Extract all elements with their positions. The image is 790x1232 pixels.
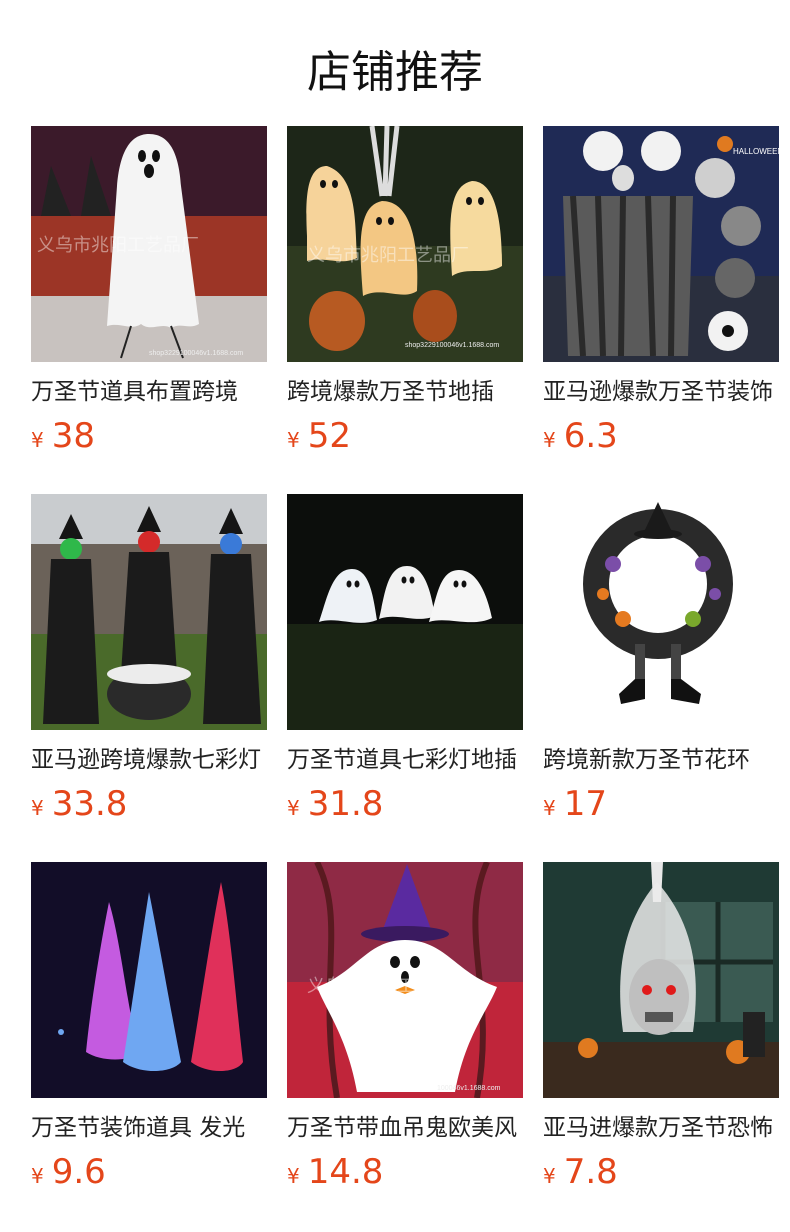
product-price: ¥33.8 — [31, 782, 267, 826]
product-title[interactable]: 跨境爆款万圣节地插 — [287, 376, 523, 408]
product-image[interactable] — [31, 862, 267, 1098]
section-header: 店铺推荐 — [0, 0, 790, 126]
currency-symbol: ¥ — [287, 796, 300, 820]
product-card[interactable]: 跨境新款万圣节花环 ¥17 — [543, 494, 779, 826]
product-price: ¥52 — [287, 414, 523, 458]
currency-symbol: ¥ — [543, 428, 556, 452]
price-value: 38 — [51, 416, 95, 456]
product-title[interactable]: 亚马逊爆款万圣节装饰 — [543, 376, 779, 408]
product-image[interactable]: 义乌市兆阳工艺品厂 100046v1.1688.com — [287, 862, 523, 1098]
section-title: 店铺推荐 — [307, 47, 483, 98]
witch-hat-ghost-image: 义乌市兆阳工艺品厂 100046v1.1688.com — [287, 862, 523, 1098]
product-price: ¥17 — [543, 782, 779, 826]
svg-text:shop3229100046v1.1688.com: shop3229100046v1.1688.com — [405, 342, 499, 349]
product-price: ¥9.6 — [31, 1150, 267, 1194]
product-title[interactable]: 万圣节道具布置跨境 — [31, 376, 267, 408]
product-image[interactable]: 义乌市兆阳工艺品厂 shop3229100046v1.1688.com — [287, 126, 523, 362]
product-price: ¥31.8 — [287, 782, 523, 826]
price-value: 6.3 — [563, 416, 618, 456]
product-title[interactable]: 万圣节道具七彩灯地插 — [287, 744, 523, 776]
price-value: 17 — [563, 784, 607, 824]
currency-symbol: ¥ — [287, 1164, 300, 1188]
currency-symbol: ¥ — [31, 1164, 44, 1188]
product-image[interactable] — [543, 862, 779, 1098]
product-title[interactable]: 亚马进爆款万圣节恐怖 — [543, 1112, 779, 1144]
svg-text:义乌市兆阳工艺品厂: 义乌市兆阳工艺品厂 — [307, 245, 469, 265]
witch-wreath-image — [543, 494, 779, 730]
currency-symbol: ¥ — [31, 796, 44, 820]
product-title[interactable]: 亚马逊跨境爆款七彩灯 — [31, 744, 267, 776]
price-value: 9.6 — [51, 1152, 106, 1192]
glowing-ghosts-image: 义乌市兆阳工艺品厂 shop3229100046v1.1688.com — [287, 126, 523, 362]
ghost-stand-image: 义乌市兆阳工艺品厂 shop3229100046v1.1688.com — [31, 126, 267, 362]
hanging-skull-ghost-image — [543, 862, 779, 1098]
currency-symbol: ¥ — [543, 1164, 556, 1188]
product-card[interactable]: 万圣节装饰道具 发光 ¥9.6 — [31, 862, 267, 1194]
product-title[interactable]: 跨境新款万圣节花环 — [543, 744, 779, 776]
currency-symbol: ¥ — [287, 428, 300, 452]
product-card[interactable]: HALLOWEEN 亚马逊爆款万圣节装饰 ¥6.3 — [543, 126, 779, 458]
product-card[interactable]: 亚马逊跨境爆款七彩灯 ¥33.8 — [31, 494, 267, 826]
price-value: 31.8 — [307, 784, 384, 824]
product-price: ¥7.8 — [543, 1150, 779, 1194]
svg-text:shop3229100046v1.1688.com: shop3229100046v1.1688.com — [149, 350, 243, 357]
witch-trio-image — [31, 494, 267, 730]
price-value: 52 — [307, 416, 351, 456]
currency-symbol: ¥ — [543, 796, 556, 820]
svg-text:义乌市兆阳工艺品厂: 义乌市兆阳工艺品厂 — [37, 235, 199, 255]
product-image[interactable] — [543, 494, 779, 730]
product-title[interactable]: 万圣节带血吊鬼欧美风 — [287, 1112, 523, 1144]
product-card[interactable]: 义乌市兆阳工艺品厂 shop3229100046v1.1688.com 万圣节道… — [31, 126, 267, 458]
product-title[interactable]: 万圣节装饰道具 发光 — [31, 1112, 267, 1144]
product-price: ¥14.8 — [287, 1150, 523, 1194]
currency-symbol: ¥ — [31, 428, 44, 452]
price-value: 7.8 — [563, 1152, 618, 1192]
product-image[interactable]: HALLOWEEN — [543, 126, 779, 362]
product-card[interactable]: 义乌市兆阳工艺品厂 shop3229100046v1.1688.com 跨境爆款… — [287, 126, 523, 458]
product-price: ¥6.3 — [543, 414, 779, 458]
glowing-hanging-ghosts-image — [31, 862, 267, 1098]
price-value: 33.8 — [51, 784, 128, 824]
price-value: 14.8 — [307, 1152, 384, 1192]
svg-text:义乌市兆阳工艺品厂: 义乌市兆阳工艺品厂 — [307, 976, 469, 996]
svg-text:100046v1.1688.com: 100046v1.1688.com — [437, 1085, 501, 1092]
svg-text:HALLOWEEN: HALLOWEEN — [733, 147, 779, 156]
product-image[interactable] — [287, 494, 523, 730]
product-image[interactable]: 义乌市兆阳工艺品厂 shop3229100046v1.1688.com — [31, 126, 267, 362]
hanging-skull-cloth-image: HALLOWEEN — [543, 126, 779, 362]
product-card[interactable]: 万圣节道具七彩灯地插 ¥31.8 — [287, 494, 523, 826]
night-ghosts-image — [287, 494, 523, 730]
product-image[interactable] — [31, 494, 267, 730]
product-price: ¥38 — [31, 414, 267, 458]
product-card[interactable]: 亚马进爆款万圣节恐怖 ¥7.8 — [543, 862, 779, 1194]
product-card[interactable]: 义乌市兆阳工艺品厂 100046v1.1688.com 万圣节带血吊鬼欧美风 ¥… — [287, 862, 523, 1194]
